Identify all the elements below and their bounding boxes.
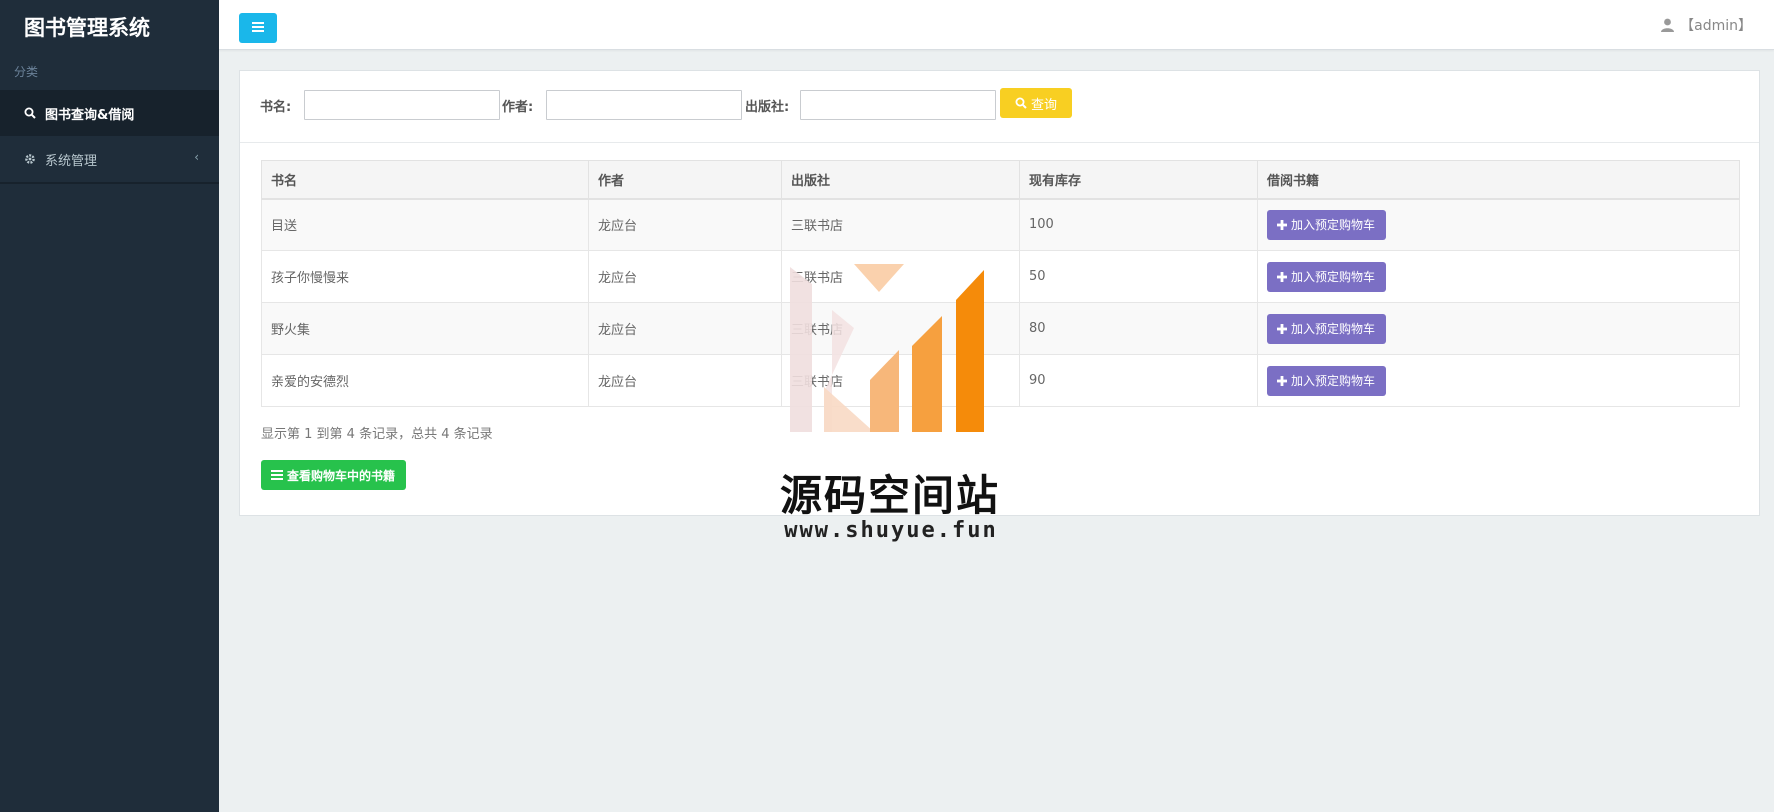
sidebar-toggle-button[interactable] [239, 13, 277, 43]
add-to-cart-button[interactable]: 加入预定购物车 [1267, 365, 1387, 396]
view-cart-label: 查看购物车中的书籍 [287, 468, 396, 483]
cell-action: 加入预定购物车 [1257, 198, 1740, 251]
publisher-input[interactable] [800, 90, 996, 120]
cell-publisher: 三联书店 [781, 198, 1020, 251]
add-to-cart-label: 加入预定购物车 [1291, 218, 1376, 233]
cell-author: 龙应台 [588, 250, 782, 303]
sidebar-item-book-search[interactable]: 图书查询&借阅 [0, 90, 219, 136]
sidebar-section-label: 分类 [14, 65, 39, 79]
cell-title: 孩子你慢慢来 [261, 250, 589, 303]
cell-title: 目送 [261, 198, 589, 251]
column-header-title[interactable]: 书名 [261, 160, 589, 200]
app-title: 图书管理系统 [24, 16, 150, 40]
plus-icon [1277, 219, 1287, 230]
publisher-label: 出版社: [745, 100, 790, 115]
watermark: 源码空间站 www.shuyue.fun [770, 262, 1010, 552]
plus-icon [1277, 271, 1287, 282]
cell-author: 龙应台 [588, 302, 782, 355]
cell-stock: 80 [1019, 302, 1258, 355]
user-menu[interactable]: 【admin】 [1661, 15, 1752, 35]
user-icon [1661, 18, 1675, 32]
username: 【admin】 [1680, 18, 1752, 34]
book-name-label: 书名: [260, 100, 292, 115]
cell-stock: 90 [1019, 354, 1258, 407]
column-header-author[interactable]: 作者 [588, 160, 782, 200]
book-name-input[interactable] [304, 90, 500, 120]
cell-author: 龙应台 [588, 354, 782, 407]
topbar: 【admin】 [219, 0, 1774, 50]
table-header-row: 书名 作者 出版社 现有库存 借阅书籍 [261, 160, 1740, 200]
sidebar-item-system-settings[interactable]: 系统管理 ‹ [0, 136, 219, 182]
watermark-logo [790, 264, 984, 432]
query-button[interactable]: 查询 [1000, 88, 1072, 118]
column-header-borrow: 借阅书籍 [1257, 160, 1740, 200]
add-to-cart-button[interactable]: 加入预定购物车 [1267, 313, 1387, 344]
search-icon [24, 107, 36, 119]
sidebar-divider [0, 182, 219, 184]
sidebar: 图书管理系统 分类 图书查询&借阅 系统管理 ‹ [0, 0, 219, 812]
add-to-cart-button[interactable]: 加入预定购物车 [1267, 209, 1387, 240]
cell-title: 野火集 [261, 302, 589, 355]
plus-icon [1277, 375, 1287, 386]
watermark-title: 源码空间站 [779, 471, 1000, 520]
query-button-label: 查询 [1030, 97, 1057, 113]
gear-icon [24, 153, 36, 165]
pagination-summary: 显示第 1 到第 4 条记录，总共 4 条记录 [261, 427, 493, 442]
cell-author: 龙应台 [588, 198, 782, 251]
table-row: 目送 龙应台 三联书店 100 加入预定购物车 [261, 198, 1740, 251]
add-to-cart-label: 加入预定购物车 [1291, 270, 1376, 284]
cell-action: 加入预定购物车 [1257, 250, 1740, 303]
column-header-publisher[interactable]: 出版社 [781, 160, 1020, 200]
add-to-cart-button[interactable]: 加入预定购物车 [1267, 261, 1387, 292]
add-to-cart-label: 加入预定购物车 [1291, 374, 1376, 388]
plus-icon [1277, 323, 1287, 334]
add-to-cart-label: 加入预定购物车 [1291, 322, 1376, 336]
cell-stock: 50 [1019, 250, 1258, 303]
sidebar-item-label: 系统管理 [45, 153, 98, 169]
cell-title: 亲爱的安德烈 [261, 354, 589, 407]
cell-action: 加入预定购物车 [1257, 354, 1740, 407]
view-cart-button[interactable]: 查看购物车中的书籍 [261, 460, 407, 490]
cell-stock: 100 [1019, 198, 1258, 251]
author-input[interactable] [546, 90, 742, 120]
list-icon [271, 470, 283, 480]
search-bar: 书名: 作者: 出版社: 查询 [240, 71, 1759, 143]
author-label: 作者: [502, 100, 534, 115]
column-header-stock[interactable]: 现有库存 [1019, 160, 1258, 200]
cell-action: 加入预定购物车 [1257, 302, 1740, 355]
menu-icon [252, 20, 264, 36]
sidebar-item-label: 图书查询&借阅 [45, 107, 135, 123]
watermark-url: www.shuyue.fun [784, 518, 998, 543]
chevron-left-icon: ‹ [194, 150, 199, 164]
search-icon [1015, 97, 1027, 109]
